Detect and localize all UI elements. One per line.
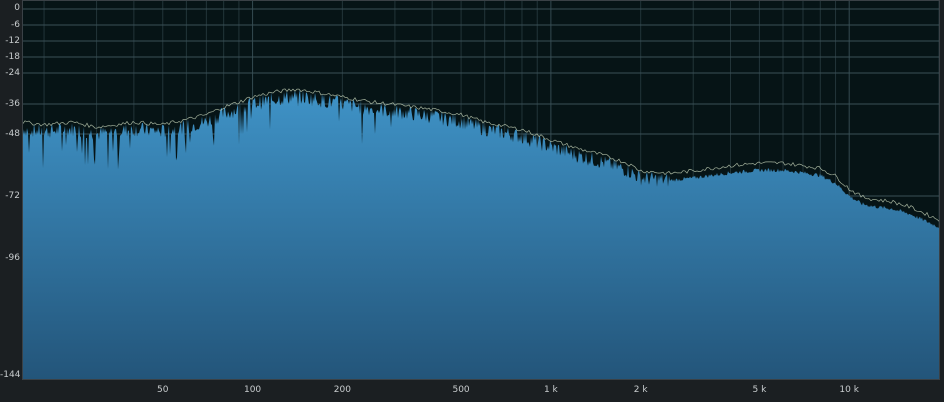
x-tick-label: 5 k	[752, 385, 767, 395]
x-tick-label: 100	[243, 385, 262, 395]
y-tick-label: -6	[11, 20, 20, 30]
y-tick-label: -18	[5, 52, 20, 62]
y-tick-label: -12	[5, 36, 20, 46]
x-tick-label: 2 k	[633, 385, 648, 395]
spectrum-analyzer: 0 -6 -12 -18 -24 -36 -48 -72 -96 -144 50 100 200 500…	[0, 0, 944, 402]
x-tick-label: 50	[157, 385, 169, 395]
y-tick-label: -144	[0, 370, 21, 380]
y-tick-label: -48	[5, 129, 20, 139]
x-tick-label: 1 k	[543, 385, 558, 395]
y-tick-label: -72	[5, 191, 20, 201]
spectrum-graph	[23, 1, 939, 379]
x-tick-label: 200	[333, 385, 351, 395]
x-tick-label: 10 k	[839, 385, 859, 395]
y-tick-label: -24	[5, 68, 20, 78]
spectrum-plot[interactable]	[22, 0, 940, 380]
y-tick-label: 0	[14, 3, 20, 13]
y-tick-label: -96	[5, 253, 20, 263]
x-tick-label: 500	[452, 385, 470, 395]
spectrum-fill	[23, 89, 939, 379]
y-tick-label: -36	[5, 99, 20, 109]
